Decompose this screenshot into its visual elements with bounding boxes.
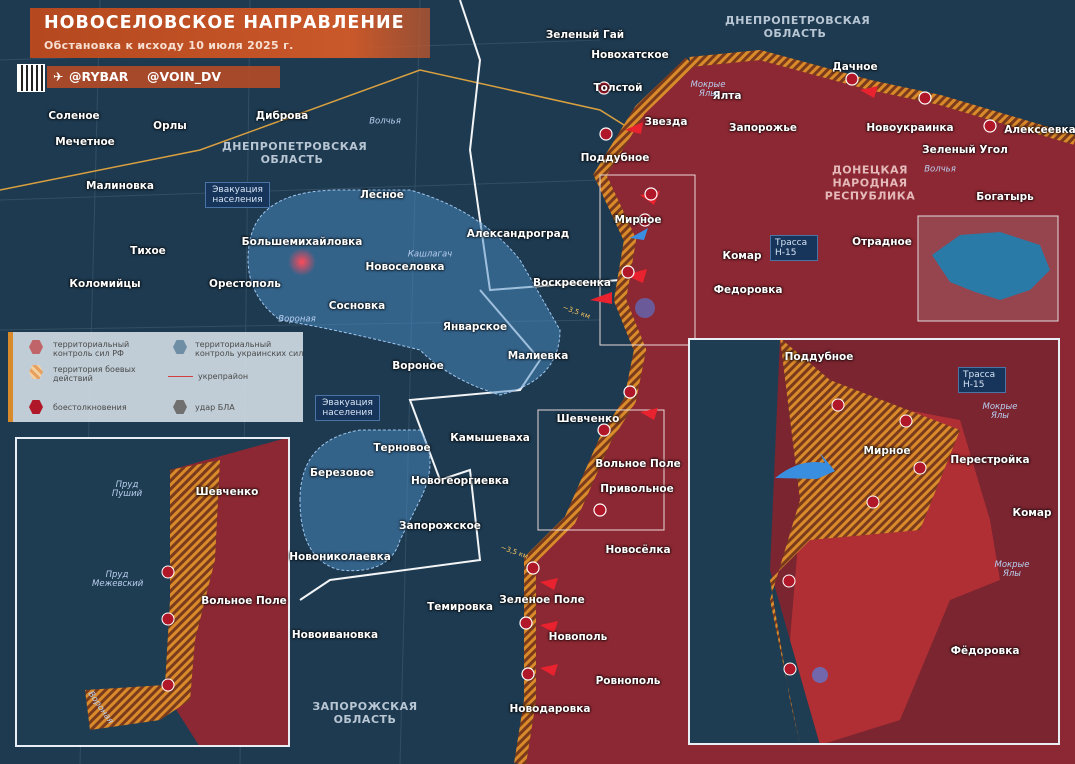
settlement-label: Лесное: [360, 189, 404, 201]
settlement-label: Поддубное: [580, 152, 650, 164]
rf-control-swatch: [29, 340, 43, 354]
settlement-label: Малиновка: [86, 180, 154, 192]
settlement-label: Шевченко: [556, 413, 620, 425]
settlement-label: Орлы: [153, 120, 187, 132]
drone-strike-marker: [288, 248, 316, 276]
settlement-label: Вольное Поле: [595, 458, 681, 470]
legend-combat-zone: территория боевых действий: [53, 365, 136, 383]
drone-icon: [173, 400, 187, 414]
settlement-label: Привольное: [600, 483, 674, 495]
settlement-label: Зеленое Поле: [499, 594, 585, 606]
settlement-label: Алексеевка: [1004, 124, 1075, 136]
region-label: ЗАПОРОЖСКАЯ ОБЛАСТЬ: [312, 700, 418, 726]
inset-settlement-label: Вольное Поле: [201, 595, 287, 607]
inset-river-label: Мокрые Ялы: [982, 402, 1018, 421]
settlement-label: Новониколаевка: [289, 551, 391, 563]
settlement-label: Запорожье: [729, 122, 797, 134]
inset-right-frame: [688, 338, 1060, 745]
settlement-label: Запорожское: [399, 520, 481, 532]
settlement-label: Зеленый Гай: [545, 29, 625, 41]
settlement-label: Дачное: [832, 61, 878, 73]
settlement-label: Орестополь: [209, 278, 281, 290]
clash-icon: [29, 400, 43, 414]
qr-code[interactable]: [17, 64, 45, 92]
settlement-label: Новохатское: [591, 49, 669, 61]
settlement-label: Камышеваха: [450, 432, 530, 444]
legend-rf-control: территориальный контроль сил РФ: [53, 340, 130, 358]
settlement-label: Богатырь: [976, 191, 1034, 203]
evacuation-callout: Эвакуация населения: [315, 395, 380, 421]
legend: территориальный контроль сил РФ территор…: [8, 332, 303, 422]
telegram-icon: ✈: [53, 69, 64, 84]
settlement-label: Новодаровка: [509, 703, 591, 715]
region-label: ДНЕПРОПЕТРОВСКАЯ ОБЛАСТЬ: [222, 140, 368, 166]
page-title: НОВОСЕЛОВСКОЕ НАПРАВЛЕНИЕ: [44, 13, 405, 33]
inset-settlement-label: Перестройка: [950, 454, 1030, 466]
settlement-label: Александроград: [466, 228, 570, 240]
settlement-label: Новосёлка: [605, 544, 671, 556]
settlement-label: Березовое: [309, 467, 375, 479]
social-bar: ✈ @RYBAR @VOIN_DV: [47, 66, 280, 88]
settlement-label: Мирное: [614, 214, 662, 226]
inset-settlement-label: Поддубное: [784, 351, 854, 363]
legend-fortified: укрепрайон: [198, 372, 249, 381]
fortified-line-swatch: [168, 376, 193, 377]
inset-settlement-label: Шевченко: [195, 486, 259, 498]
legend-drone: удар БЛА: [195, 403, 235, 412]
settlement-label: Январское: [442, 321, 508, 333]
evacuation-callout: Эвакуация населения: [205, 182, 270, 208]
region-label: ДНЕПРОПЕТРОВСКАЯ ОБЛАСТЬ: [725, 14, 871, 40]
settlement-label: Терновое: [373, 442, 431, 454]
settlement-label: Темировка: [427, 601, 493, 613]
settlement-label: Большемихайловка: [241, 236, 363, 248]
settlement-label: Комар: [722, 250, 762, 262]
settlement-label: Новоселовка: [365, 261, 445, 273]
inset-left-frame: [15, 437, 290, 747]
settlement-label: Сосновка: [328, 300, 386, 312]
telegram-handle[interactable]: @RYBAR: [69, 69, 128, 84]
settlement-label: Новополь: [548, 631, 608, 643]
settlement-label: Малиевка: [507, 350, 569, 362]
legend-clashes: боестолкновения: [53, 403, 127, 412]
page-subtitle: Обстановка к исходу 10 июля 2025 г.: [44, 39, 294, 52]
inset-river-label: Мокрые Ялы: [994, 560, 1030, 579]
river-label: Вороная: [278, 314, 316, 325]
inset-water-label: Пруд Пуший: [111, 480, 143, 499]
drone-strike-marker: [635, 298, 655, 318]
highway-label-inset: Трасса Н-15: [958, 367, 1006, 393]
river-label: Кашлагач: [407, 249, 453, 260]
second-handle[interactable]: @VOIN_DV: [147, 69, 221, 84]
ua-control-swatch: [173, 340, 187, 354]
settlement-label: Соленое: [48, 110, 100, 122]
highway-label: Трасса Н-15: [770, 235, 818, 261]
river-label: Волчья: [369, 116, 401, 127]
header-banner: НОВОСЕЛОВСКОЕ НАПРАВЛЕНИЕ Обстановка к и…: [30, 8, 430, 58]
settlement-label: Новоивановка: [291, 629, 379, 641]
settlement-label: Воскресенка: [532, 277, 612, 289]
settlement-label: Новогеоргиевка: [410, 475, 510, 487]
settlement-label: Зеленый Угол: [922, 144, 1008, 156]
river-label: Волчья: [924, 164, 956, 175]
settlement-label: Отрадное: [852, 236, 912, 248]
settlement-label: Новоукраинка: [866, 122, 954, 134]
inset-settlement-label: Комар: [1012, 507, 1052, 519]
settlement-label: Звезда: [644, 116, 688, 128]
settlement-label: Диброва: [255, 110, 309, 122]
region-label: ДОНЕЦКАЯ НАРОДНАЯ РЕСПУБЛИКА: [824, 163, 916, 203]
settlement-label: Тихое: [130, 245, 166, 257]
combat-zone-swatch: [29, 365, 43, 379]
settlement-label: Федоровка: [713, 284, 783, 296]
inset-settlement-label: Фёдоровка: [950, 645, 1020, 657]
settlement-label: Коломийцы: [69, 278, 141, 290]
settlement-label: Ровнополь: [595, 675, 661, 687]
inset-settlement-label: Мирное: [863, 445, 911, 457]
settlement-label: Мечетное: [55, 136, 115, 148]
river-label: Мокрые Ялы: [690, 80, 726, 99]
legend-ua-control: территориальный контроль украинских сил: [195, 340, 304, 358]
inset-water-label: Пруд Межевский: [92, 570, 144, 589]
settlement-label: Вороное: [392, 360, 444, 372]
settlement-label: Толстой: [593, 82, 643, 94]
